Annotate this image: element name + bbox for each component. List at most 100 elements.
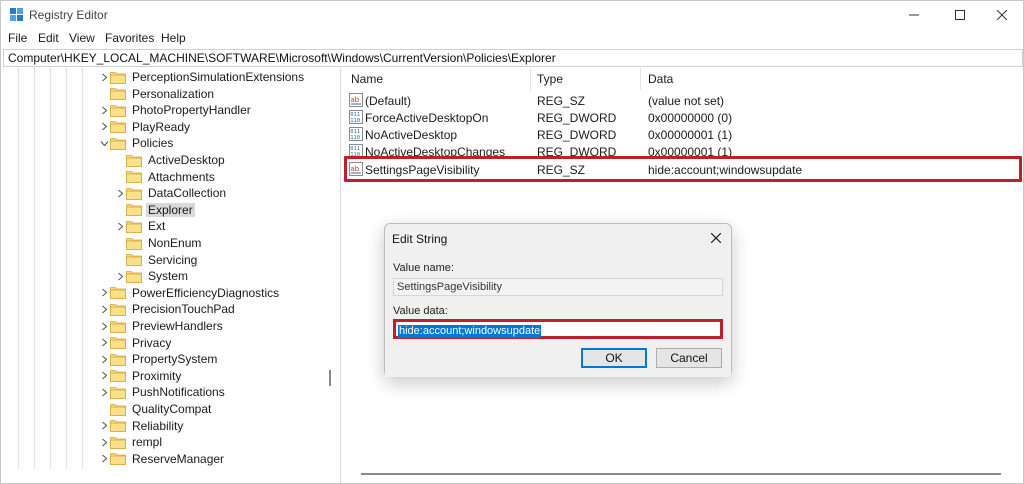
tree-item-label: Personalization — [132, 86, 215, 101]
key-tree-pane[interactable]: PerceptionSimulationExtensions Personaliz… — [2, 68, 341, 483]
chevron-right-icon[interactable] — [98, 451, 110, 467]
value-data-input[interactable]: hide:account;windowsupdate — [393, 319, 723, 339]
value-row[interactable]: ab (Default) REG_SZ (value not set) — [343, 92, 1023, 109]
folder-icon — [110, 285, 127, 301]
tree-item[interactable]: Ext — [114, 218, 167, 234]
tree-item-label: ActiveDesktop — [148, 153, 225, 167]
chevron-right-icon[interactable] — [98, 434, 110, 450]
chevron-right-icon[interactable] — [98, 368, 110, 384]
tree-item[interactable]: QualityCompat — [98, 401, 213, 417]
chevron-placeholder — [114, 202, 126, 218]
folder-icon — [110, 401, 127, 417]
close-icon — [711, 233, 721, 243]
tree-item-label: PhotoPropertyHandler — [132, 103, 251, 118]
column-header-type[interactable]: Type — [537, 72, 563, 86]
tree-item-label: DataCollection — [148, 186, 227, 201]
folder-icon — [110, 135, 127, 151]
address-bar[interactable]: Computer\HKEY_LOCAL_MACHINE\SOFTWARE\Mic… — [3, 49, 1023, 67]
tree-item-label: PreviewHandlers — [132, 319, 223, 333]
tree-item[interactable]: Policies — [98, 135, 175, 151]
tree-item[interactable]: Proximity — [98, 368, 183, 384]
tree-item[interactable]: Servicing — [114, 252, 199, 268]
ok-button[interactable]: OK — [581, 348, 647, 368]
chevron-right-icon[interactable] — [98, 69, 110, 85]
menu-help[interactable]: Help — [161, 31, 186, 45]
cancel-button[interactable]: Cancel — [656, 348, 722, 368]
folder-icon — [126, 252, 143, 268]
tree-item[interactable]: PrecisionTouchPad — [98, 301, 237, 317]
chevron-placeholder — [114, 235, 126, 251]
chevron-right-icon[interactable] — [98, 119, 110, 135]
tree-item-label: PropertySystem — [132, 352, 218, 367]
registry-editor-icon — [10, 8, 23, 21]
column-header-name[interactable]: Name — [351, 72, 383, 86]
tree-item-label: ReserveManager — [132, 451, 225, 466]
maximize-button[interactable] — [937, 1, 983, 29]
chevron-right-icon[interactable] — [114, 218, 126, 234]
folder-icon — [110, 418, 127, 434]
tree-item-label: PowerEfficiencyDiagnostics — [132, 285, 280, 300]
column-separator[interactable] — [530, 68, 531, 90]
tree-item[interactable]: DataCollection — [114, 185, 228, 201]
tree-item[interactable]: PlayReady — [98, 119, 192, 135]
folder-icon — [110, 86, 127, 102]
tree-item[interactable]: ReserveManager — [98, 451, 226, 467]
tree-scrollbar-thumb[interactable] — [329, 370, 331, 386]
chevron-right-icon[interactable] — [98, 335, 110, 351]
tree-item-label: PrecisionTouchPad — [132, 302, 235, 317]
edit-string-dialog: Edit String Value name: SettingsPageVisi… — [384, 223, 732, 377]
chevron-down-icon[interactable] — [98, 135, 110, 151]
folder-icon — [110, 119, 127, 135]
values-horizontal-scrollbar[interactable] — [361, 473, 1001, 475]
tree-item[interactable]: NonEnum — [114, 235, 203, 251]
chevron-right-icon[interactable] — [98, 351, 110, 367]
tree-item[interactable]: System — [114, 268, 190, 284]
chevron-right-icon[interactable] — [98, 102, 110, 118]
tree-item-label: QualityCompat — [132, 402, 212, 416]
value-row[interactable]: 011 110 NoActiveDesktop REG_DWORD 0x00000001… — [343, 126, 1023, 143]
tree-item[interactable]: PreviewHandlers — [98, 318, 225, 334]
column-separator[interactable] — [640, 68, 641, 90]
tree-item[interactable]: Reliability — [98, 418, 185, 434]
tree-item[interactable]: Attachments — [114, 169, 217, 185]
folder-icon — [110, 368, 127, 384]
tree-item[interactable]: Privacy — [98, 335, 173, 351]
tree-item[interactable]: ActiveDesktop — [114, 152, 227, 168]
chevron-right-icon[interactable] — [98, 384, 110, 400]
tree-item[interactable]: PerceptionSimulationExtensions — [98, 69, 306, 85]
tree-item[interactable]: Explorer — [114, 202, 195, 218]
menu-view[interactable]: View — [69, 31, 95, 45]
tree-item[interactable]: Personalization — [98, 86, 216, 102]
chevron-right-icon[interactable] — [98, 285, 110, 301]
tree-item[interactable]: PropertySystem — [98, 351, 219, 367]
chevron-right-icon[interactable] — [98, 318, 110, 334]
tree-item[interactable]: PowerEfficiencyDiagnostics — [98, 285, 281, 301]
value-type: REG_DWORD — [537, 111, 617, 125]
tree-guide-line — [82, 68, 83, 468]
folder-icon — [126, 235, 143, 251]
folder-icon — [110, 335, 127, 351]
chevron-right-icon[interactable] — [98, 418, 110, 434]
tree-guide-line — [18, 68, 19, 468]
tree-item[interactable]: PhotoPropertyHandler — [98, 102, 253, 118]
menu-file[interactable]: File — [8, 31, 27, 45]
tree-item[interactable]: rempl — [98, 434, 164, 450]
close-button[interactable] — [979, 1, 1023, 29]
chevron-right-icon[interactable] — [98, 301, 110, 317]
menu-favorites[interactable]: Favorites — [105, 31, 154, 45]
value-row[interactable]: 011 110 ForceActiveDesktopOn REG_DWORD 0x000… — [343, 109, 1023, 126]
tree-item-label: PushNotifications — [132, 385, 225, 400]
folder-icon — [126, 185, 143, 201]
chevron-placeholder — [98, 401, 110, 417]
menu-edit[interactable]: Edit — [38, 31, 59, 45]
folder-icon — [126, 218, 143, 234]
dialog-close-button[interactable] — [707, 229, 725, 247]
tree-item[interactable]: PushNotifications — [98, 384, 227, 400]
minimize-icon — [909, 14, 919, 16]
chevron-right-icon[interactable] — [114, 185, 126, 201]
window-title: Registry Editor — [29, 8, 108, 22]
column-header-data[interactable]: Data — [648, 72, 673, 86]
string-value-icon: ab — [349, 93, 363, 107]
minimize-button[interactable] — [891, 1, 937, 29]
chevron-right-icon[interactable] — [114, 268, 126, 284]
